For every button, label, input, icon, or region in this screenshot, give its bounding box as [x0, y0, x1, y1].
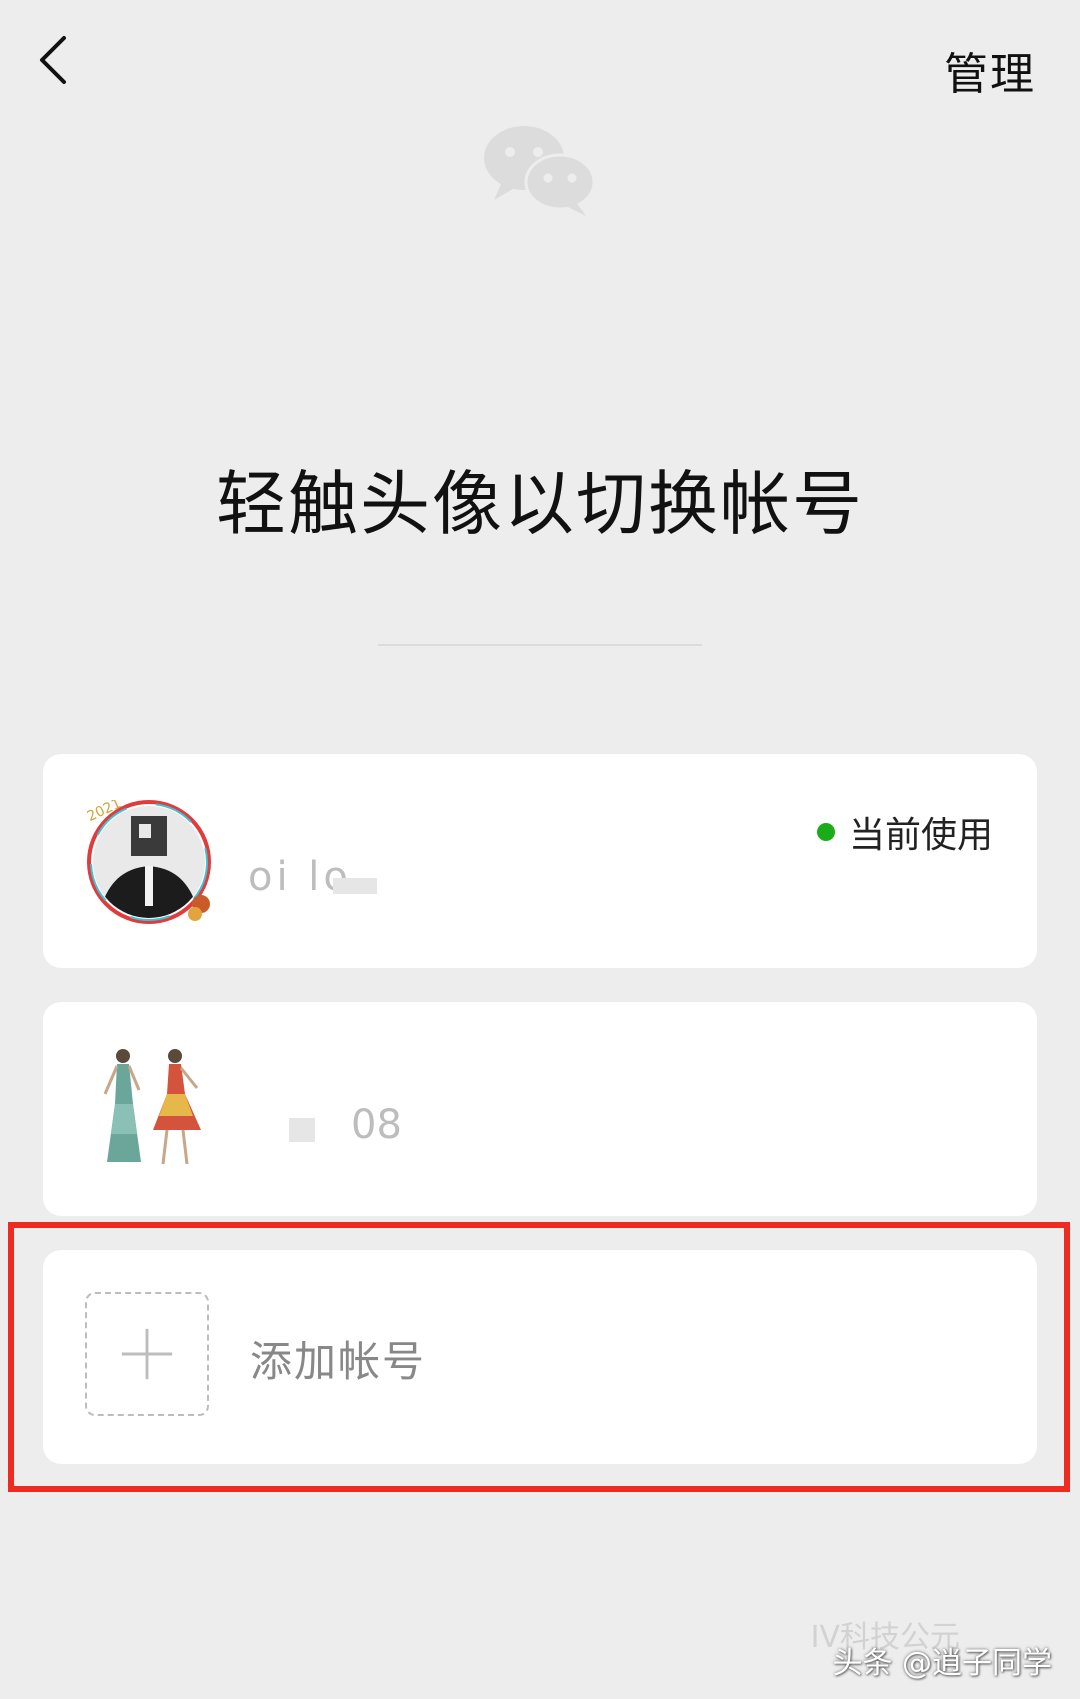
- status-dot-icon: [816, 823, 835, 841]
- plus-icon: [121, 1328, 173, 1380]
- page-title: 轻触头像以切换帐号: [216, 463, 864, 545]
- current-status: 当前使用: [816, 806, 993, 858]
- back-button[interactable]: [34, 30, 74, 90]
- add-account-label: 添加帐号: [250, 1337, 427, 1386]
- add-account-card[interactable]: 添加帐号: [43, 1250, 1037, 1464]
- account-card[interactable]: 08: [43, 1002, 1037, 1216]
- watermark: 头条 @逍子同学: [832, 1638, 1052, 1682]
- chevron-left-icon: [40, 36, 66, 84]
- redaction-block: [333, 878, 377, 894]
- divider: [378, 644, 702, 646]
- account-card-current[interactable]: 2021 oi lo 当前使用: [43, 754, 1037, 968]
- account-name: 08: [351, 1102, 402, 1148]
- status-label: 当前使用: [848, 815, 993, 856]
- avatar[interactable]: [93, 1044, 213, 1174]
- manage-button[interactable]: 管理: [944, 38, 1036, 102]
- redaction-block: [289, 1118, 315, 1142]
- avatar[interactable]: 2021: [87, 800, 211, 924]
- watermark-text: 头条 @逍子同学: [832, 1646, 1052, 1681]
- add-account-placeholder[interactable]: [85, 1292, 209, 1416]
- wechat-logo-icon: [484, 126, 596, 216]
